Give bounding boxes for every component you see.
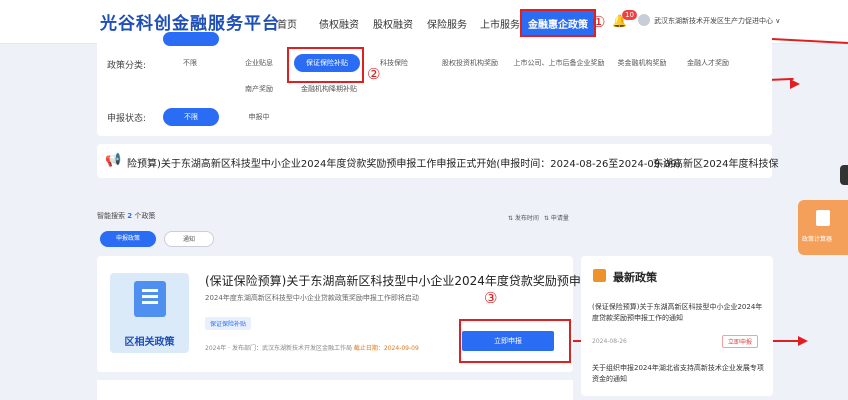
policy-calculator-label: 政策计算器 [802, 236, 833, 243]
megaphone-icon: 📢 [105, 153, 122, 168]
status-option-any[interactable]: 不限 [163, 108, 219, 126]
latest-title: 最新政策 [613, 271, 657, 284]
notice-bar: 📢 险预算)关于东湖高新区科技型中小企业2024年度贷款奖励预申报工作申报正式开… [97, 144, 778, 178]
policy-thumbnail: 区相关政策 [110, 273, 189, 353]
sort-by-time[interactable]: ⇅ 发布时间 [508, 213, 539, 222]
nav-equity-financing[interactable]: 股权融资 [373, 16, 413, 31]
policy-filter-label: 政策分类: [107, 61, 147, 71]
annotation-3: ③ [484, 289, 498, 307]
user-menu[interactable]: 武汉东湖新技术开发区生产力促进中心 ∨ [654, 16, 780, 26]
policy-option-quasi-financial[interactable]: 类金融机构奖励 [617, 54, 667, 72]
result-count: 智能搜索 2 个政策 [97, 211, 155, 221]
status-filter-label: 申报状态: [107, 114, 147, 124]
result-number: 2 [127, 212, 133, 220]
policy-title[interactable]: (保证保险预算)关于东湖高新区科技型中小企业2024年度贷款奖励预申... [205, 272, 592, 289]
document-search-icon [134, 281, 166, 317]
latest-apply-button[interactable]: 立即申报 [722, 335, 759, 348]
notice-text[interactable]: 险预算)关于东湖高新区科技型中小企业2024年度贷款奖励预申报工作申报正式开始(… [127, 155, 680, 170]
nav-financial-policy[interactable]: 金融惠企政策 [520, 9, 596, 37]
policy-option-any[interactable]: 不限 [175, 54, 205, 72]
policy-card-next[interactable] [97, 380, 573, 400]
status-option-applying[interactable]: 申报中 [239, 108, 279, 126]
policy-subtitle: 2024年度东湖高新区科技型中小企业贷款政策奖励申报工作即将启动 [205, 294, 419, 302]
notification-badge: 10 [622, 10, 637, 20]
latest-policies-panel: 最新政策 (保证保险预算)关于东湖高新区科技型中小企业2024年度贷款奖励预申报… [581, 256, 773, 396]
latest-item-1[interactable]: (保证保险预算)关于东湖高新区科技型中小企业2024年度贷款奖励预申报工作的通知 [592, 302, 764, 324]
annotation-2: ② [367, 65, 381, 83]
policy-option-south[interactable]: 南产奖励 [239, 80, 279, 98]
arrow-head-icon [798, 336, 808, 346]
annotation-1: ① [592, 13, 606, 31]
calculator-icon [816, 210, 830, 226]
policy-option-equity-reward[interactable]: 股权投资机构奖励 [435, 54, 505, 72]
tab-notices[interactable]: 通知 [164, 231, 214, 247]
policy-deadline: 截止日期：2024-09-09 [353, 345, 419, 352]
policy-option-listing-reward[interactable]: 上市公司、上市后备企业奖励 [511, 54, 607, 72]
nav-insurance[interactable]: 保险服务 [427, 16, 467, 31]
notice-text-next[interactable]: 东湖高新区2024年度科技保 [653, 155, 778, 170]
nav-debt-financing[interactable]: 债权融资 [319, 16, 359, 31]
filter-panel: 政策分类: 不限 企业贴息 保证保险补贴 科技保险 股权投资机构奖励 上市公司、… [97, 32, 772, 136]
latest-date-1: 2024-08-26 [592, 338, 627, 345]
side-handle[interactable] [840, 165, 848, 185]
site-logo[interactable]: 光谷科创金融服务平台 [100, 9, 280, 34]
thumbnail-label: 区相关政策 [124, 337, 175, 348]
result-prefix: 智能搜索 [97, 212, 125, 220]
policy-option-talent[interactable]: 金融人才奖励 [685, 54, 731, 72]
filter-top-selected[interactable] [163, 32, 219, 46]
policy-option-interest[interactable]: 企业贴息 [239, 54, 279, 72]
document-icon [593, 269, 606, 282]
nav-home[interactable]: 首页 [277, 16, 297, 31]
policy-option-tech-insurance[interactable]: 科技保险 [377, 54, 411, 72]
sort-by-applications[interactable]: ⇅ 申请量 [544, 213, 569, 222]
policy-meta: 2024年 · 发布部门：武汉东湖新技术开发区金融工作局 截止日期：2024-0… [205, 343, 419, 352]
latest-item-2[interactable]: 关于组织申报2024年湖北省支持高新技术企业发展专项资金的通知 [592, 363, 764, 385]
policy-calculator-button[interactable]: 政策计算器 [798, 200, 848, 255]
policy-tag: 保证保险补贴 [205, 317, 252, 330]
avatar[interactable] [638, 14, 650, 26]
arrow-head-icon [790, 79, 800, 89]
policy-publisher: 2024年 · 发布部门：武汉东湖新技术开发区金融工作局 [205, 345, 352, 352]
annotation-box-2 [287, 47, 364, 83]
top-bar: 光谷科创金融服务平台 首页 债权融资 股权融资 保险服务 上市服务 金融惠企政策… [0, 0, 848, 44]
result-suffix: 个政策 [134, 212, 156, 220]
annotation-box-3 [459, 319, 571, 363]
tab-policies[interactable]: 申报政策 [100, 231, 156, 247]
nav-listing[interactable]: 上市服务 [480, 16, 520, 31]
